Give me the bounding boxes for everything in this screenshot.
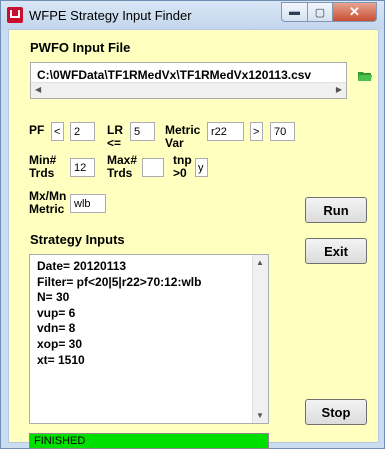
maximize-button[interactable]: ▢	[308, 2, 333, 22]
input-file-path: C:\0WFData\TF1RMedVx\TF1RMedVx120113.csv	[37, 68, 312, 82]
pf-operator[interactable]: <	[51, 122, 64, 141]
folder-open-icon[interactable]	[358, 71, 373, 82]
strategy-inputs-heading: Strategy Inputs	[30, 232, 125, 247]
minimize-icon: ▬	[289, 6, 300, 18]
horizontal-scrollbar[interactable]: ◀ ▶	[31, 82, 346, 98]
pf-label: PF	[29, 123, 45, 137]
window-title: WFPE Strategy Input Finder	[29, 8, 192, 23]
status-bar: FINISHED	[29, 433, 269, 449]
max-trds-input[interactable]	[142, 158, 164, 177]
tnp-input[interactable]: y	[195, 158, 208, 177]
min-trds-label: Min#	[29, 153, 57, 167]
metric-var-sub-label: Var	[165, 136, 184, 150]
close-icon: ✕	[349, 4, 360, 19]
app-window: WFPE Strategy Input Finder ▬ ▢ ✕ PWFO In…	[0, 0, 385, 449]
lr-label: LR	[107, 123, 123, 137]
strategy-line: vup= 6	[37, 305, 76, 320]
strategy-line: Date= 20120113	[37, 259, 127, 273]
mxmn-metric-input[interactable]: wlb	[70, 194, 106, 213]
metric-var-label: Metric	[165, 123, 201, 137]
max-trds-sub-label: Trds	[107, 166, 133, 180]
strategy-line: vdn= 8	[37, 321, 76, 336]
stop-button[interactable]: Stop	[305, 399, 367, 425]
window-controls: ▬ ▢ ✕	[281, 2, 377, 22]
metric-var-input[interactable]: r22	[207, 122, 244, 141]
strategy-line: xt= 1510	[37, 352, 85, 367]
close-button[interactable]: ✕	[333, 2, 377, 22]
metric-value-input[interactable]: 70	[270, 122, 295, 141]
strategy-line: xop= 30	[37, 336, 83, 351]
maximize-icon: ▢	[314, 6, 326, 19]
input-file-heading: PWFO Input File	[30, 40, 131, 55]
exit-button[interactable]: Exit	[305, 238, 367, 264]
minimize-button[interactable]: ▬	[281, 2, 308, 22]
run-button[interactable]: Run	[305, 197, 367, 223]
title-bar: WFPE Strategy Input Finder ▬ ▢ ✕	[1, 1, 384, 29]
mxmn-metric-label: Mx/Mn	[29, 189, 67, 203]
strategy-output-textarea[interactable]: Date= 20120113 Filter= pf<20|5|r22>70:12:…	[29, 254, 269, 424]
scroll-right-icon[interactable]: ▶	[336, 85, 342, 94]
scroll-down-icon[interactable]: ▼	[256, 411, 264, 420]
mxmn-metric-sub-label: Metric	[29, 202, 65, 216]
lr-value-input[interactable]: 5	[130, 122, 155, 141]
vertical-scrollbar[interactable]: ▲ ▼	[252, 255, 268, 423]
strategy-output-lines: Date= 20120113 Filter= pf<20|5|r22>70:12:…	[37, 259, 201, 368]
metric-operator[interactable]: >	[250, 122, 263, 141]
min-trds-input[interactable]: 12	[70, 158, 95, 177]
app-logo-icon	[7, 7, 23, 23]
main-panel: PWFO Input File C:\0WFData\TF1RMedVx\TF1…	[8, 29, 379, 449]
lr-sub-label: <=	[107, 136, 122, 150]
min-trds-sub-label: Trds	[29, 166, 55, 180]
strategy-line: N= 30	[37, 290, 70, 305]
scroll-left-icon[interactable]: ◀	[35, 85, 41, 94]
input-file-field[interactable]: C:\0WFData\TF1RMedVx\TF1RMedVx120113.csv…	[30, 62, 347, 99]
max-trds-label: Max#	[107, 153, 138, 167]
scroll-up-icon[interactable]: ▲	[256, 258, 264, 267]
tnp-label: tnp	[173, 153, 192, 167]
tnp-sub-label: >0	[173, 166, 187, 180]
pf-value-input[interactable]: 2	[70, 122, 95, 141]
strategy-line: Filter= pf<20|5|r22>70:12:wlb	[37, 274, 202, 289]
